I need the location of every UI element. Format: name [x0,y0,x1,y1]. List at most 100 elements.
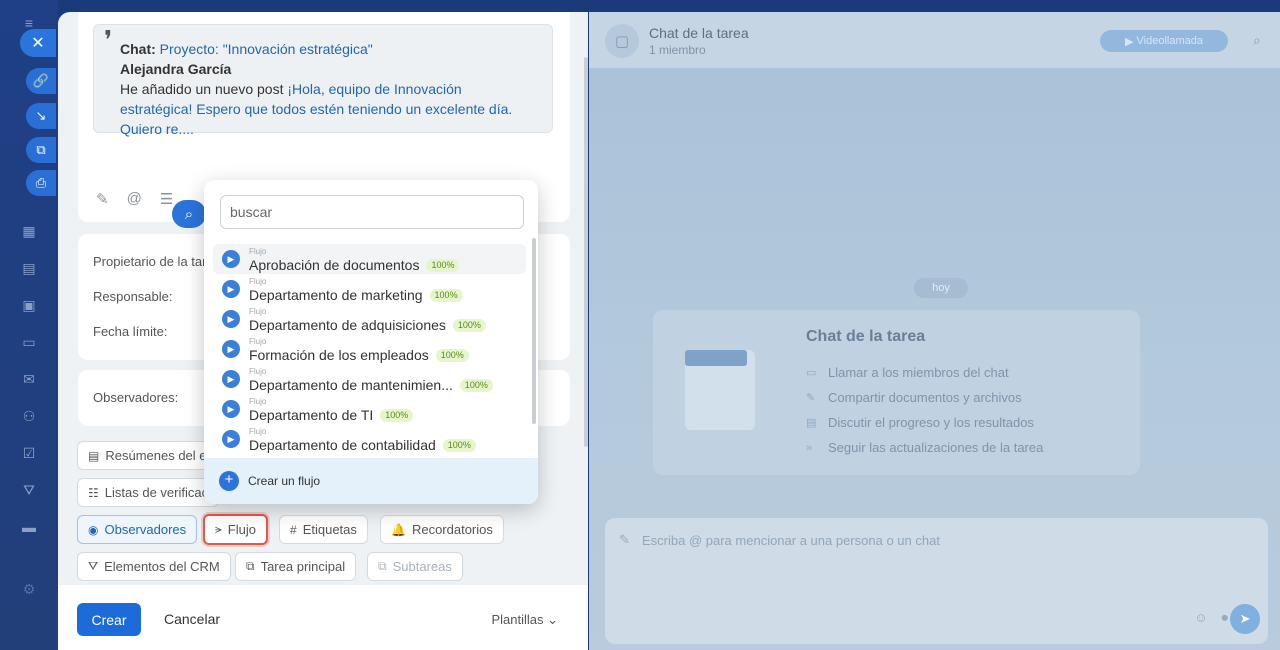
reminders-chip[interactable]: 🔔 Recordatorios [380,515,504,544]
calendar-icon[interactable]: ▦ [20,222,38,240]
copy-link-button[interactable]: 🔗 [26,68,56,94]
flow-icon: ▶ [222,280,240,298]
flow-item[interactable]: ▶ Flujo Departamento de mantenimien... 10… [213,364,526,394]
flow-icon: ⪫ [215,522,222,536]
quote-project-link[interactable]: Proyecto: "Innovación estratégica" [160,41,373,57]
flow-item[interactable]: ▶ Flujo Formación de los empleados 100% [213,334,526,364]
emoji-icon[interactable]: ☺ [1194,610,1207,626]
cancel-button[interactable]: Cancelar [164,611,220,627]
inbox-icon[interactable]: ▭ [20,333,38,351]
hash-icon: # [290,522,297,537]
external-link-icon: ⧉ [36,142,46,157]
flow-name: Departamento de TI [249,407,374,423]
crm-chip[interactable]: ⛛ Elementos del CRM [77,552,231,581]
chat-avatar: ▢ [605,24,639,58]
settings-icon[interactable]: ⚙ [20,580,38,598]
document-icon[interactable]: ▤ [20,259,38,277]
flow-search-input[interactable] [220,195,524,229]
intro-item-label: Discutir el progreso y los resultados [828,415,1034,430]
quote-icon: ❜ [104,26,113,56]
create-flow-label: Crear un flujo [248,474,321,488]
efficiency-badge: 100% [429,288,463,302]
flow-item[interactable]: ▶ Flujo Departamento de marketing 100% [213,274,526,304]
message-composer[interactable]: ✎ Escriba @ para mencionar a una persona… [605,518,1268,644]
paperclip-icon: ✎ [806,392,816,404]
chat-header: ▢ Chat de la tarea 1 miembro ▶ Videollam… [589,12,1280,68]
checklists-chip[interactable]: ☷ Listas de verificac [77,478,220,507]
flow-icon: ▶ [222,400,240,418]
flow-icon: ▶ [222,340,240,358]
flow-item[interactable]: ▶ Flujo Departamento de TI 100% [213,394,526,424]
parent-task-chip[interactable]: ⧉ Tarea principal [235,552,357,581]
intro-item-label: Seguir las actualizaciones de la tarea [828,440,1044,455]
minimize-button[interactable]: ↘ [26,103,56,129]
deadline-label: Fecha límite: [93,324,168,339]
observers-chip-label: Observadores [104,522,187,537]
templates-dropdown[interactable]: Plantillas ⌄ [491,612,558,628]
summaries-chip[interactable]: ▤ Resúmenes del es [77,441,225,470]
create-button[interactable]: Crear [77,603,141,636]
paperclip-icon[interactable]: ✎ [619,532,630,548]
chat-search-icon[interactable]: ⌕ [1253,32,1261,49]
close-button[interactable]: ✕ [20,29,56,57]
crm-icon: ⛛ [88,559,99,573]
checkbox-icon[interactable]: ☑ [20,444,38,462]
flow-icon: ▶ [222,430,240,448]
flow-name: Aprobación de documentos [249,257,420,273]
users-icon[interactable]: ⚇ [20,407,38,425]
board-icon[interactable]: ▣ [20,296,38,314]
list-icon[interactable]: ☰ [160,190,173,208]
form-footer: Crear Cancelar Plantillas ⌄ [58,585,588,650]
flow-item[interactable]: ▶ Flujo Departamento de contabilidad 100% [213,424,526,454]
open-new-window-button[interactable]: ⧉ [26,137,56,163]
observers-label: Observadores: [93,390,179,405]
subtasks-chip[interactable]: ⧉ Subtareas [367,552,463,581]
plus-icon: + [219,471,239,491]
reminders-label: Recordatorios [411,522,493,537]
mention-icon[interactable]: @ [127,190,142,208]
mail-icon[interactable]: ✉ [20,370,38,388]
intro-item: ▤ Discutir el progreso y los resultados [806,410,1043,435]
subtasks-label: Subtareas [392,559,452,574]
chat-icon: ▢ [614,33,630,50]
flow-chip[interactable]: ⪫ Flujo [203,514,268,545]
send-button[interactable]: ➤ [1230,604,1260,634]
flow-name-row: Departamento de mantenimien... 100% [249,377,493,393]
video-icon: ▶ [1125,35,1134,48]
flow-item[interactable]: ▶ Flujo Departamento de adquisiciones 100… [213,304,526,334]
microphone-icon[interactable]: ⏺ [1222,610,1229,626]
intro-item: ▭ Llamar a los miembros del chat [806,360,1043,385]
popup-scrollbar[interactable] [532,238,536,424]
templates-label: Plantillas [491,612,544,627]
print-button[interactable]: ⎙ [26,170,56,196]
bell-icon: 🔔 [391,522,406,537]
intro-list: ▭ Llamar a los miembros del chat ✎ Compart… [806,360,1043,460]
quote-author: Alejandra García [120,61,232,77]
chat-title: Chat de la tarea [649,25,749,41]
form-scrollbar[interactable] [584,57,588,447]
flow-chip-label: Flujo [227,522,256,537]
editor-toolbar: ✎ @ ☰ [96,190,173,208]
composer-tools: ☺ ⏺ [1194,610,1228,626]
intro-title: Chat de la tarea [806,328,926,345]
attach-icon[interactable]: ✎ [96,190,109,208]
summary-icon: ▤ [88,448,100,463]
intro-item-label: Llamar a los miembros del chat [828,365,1009,380]
responsible-label: Responsable: [93,289,173,304]
summaries-label: Resúmenes del es [105,448,214,463]
eye-icon: ◉ [88,522,99,537]
search-button[interactable]: ⌕ [172,200,206,228]
flow-icon: ▶ [222,250,240,268]
observers-chip[interactable]: ◉ Observadores [77,515,198,544]
tags-chip[interactable]: # Etiquetas [279,515,368,544]
intro-item: » Seguir las actualizaciones de la tarea [806,435,1043,460]
filter-icon[interactable]: ⛛ [20,481,38,499]
flow-item[interactable]: ▶ Flujo Aprobación de documentos 100% [213,244,526,274]
crm-label: Elementos del CRM [104,559,220,574]
create-flow-row[interactable]: + Crear un flujo [204,458,538,504]
video-call-button[interactable]: ▶ Videollamada [1100,30,1228,52]
flow-list: ▶ Flujo Aprobación de documentos 100% ▶ F… [213,244,526,454]
subtask-icon: ⧉ [378,559,387,573]
archive-icon[interactable]: ▬ [20,518,38,536]
flow-name: Departamento de mantenimien... [249,377,453,393]
